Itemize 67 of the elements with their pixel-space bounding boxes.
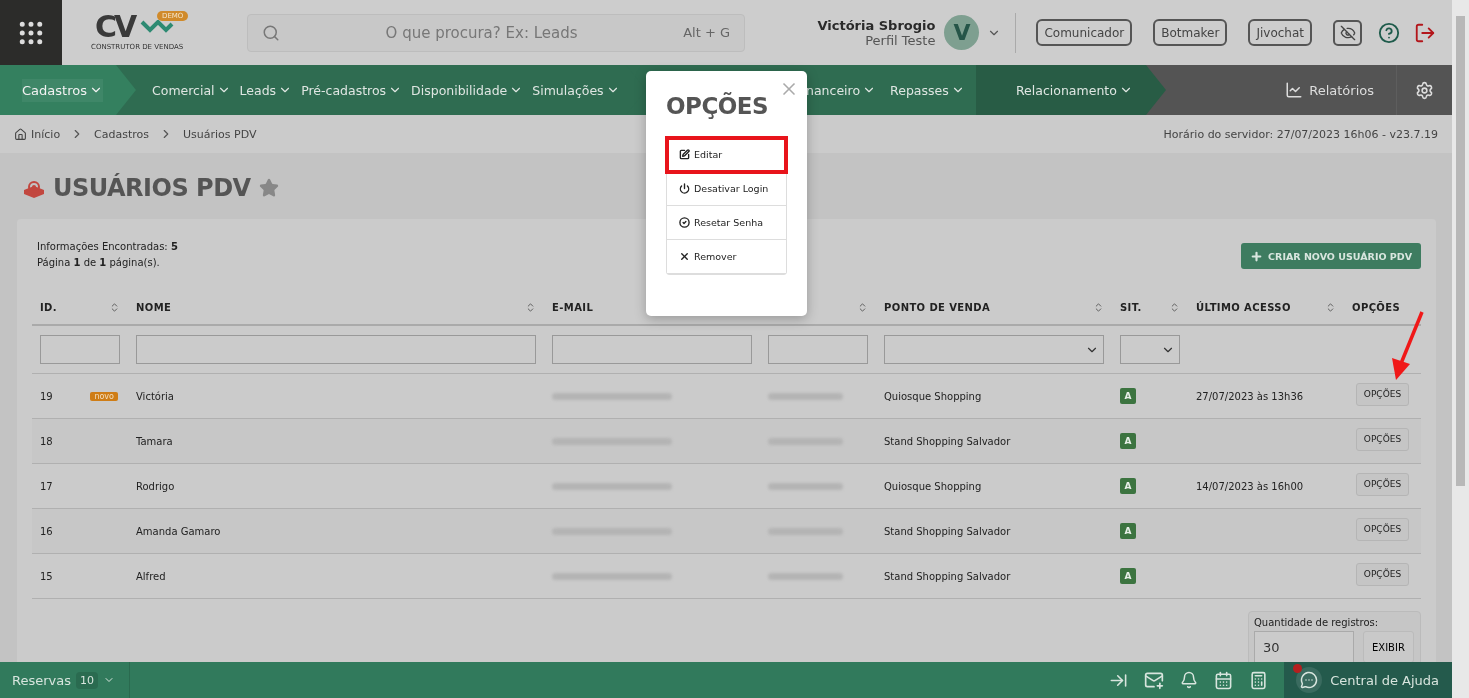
menu-item[interactable]: Repasses bbox=[890, 78, 965, 102]
menu-item[interactable]: Relacionamento bbox=[1016, 78, 1133, 102]
table-cell: 14/07/2023 às 16h00 bbox=[1196, 480, 1304, 492]
status-tag: A bbox=[1120, 523, 1136, 539]
table-cell: Quiosque Shopping bbox=[884, 480, 982, 492]
shortcut-hint: Alt + G bbox=[683, 25, 730, 40]
menu-item[interactable]: Comercial bbox=[152, 78, 231, 102]
status-tag: A bbox=[1120, 478, 1136, 494]
column-header: ID. bbox=[40, 302, 58, 313]
new-tag: novo bbox=[90, 391, 118, 401]
show-button[interactable]: EXIBIR bbox=[1363, 631, 1414, 662]
breadcrumb-link[interactable]: Usuários PDV bbox=[183, 127, 257, 141]
dialog-title: OPÇÕES bbox=[666, 93, 770, 119]
table-cell: Quiosque Shopping bbox=[884, 390, 982, 402]
options-button[interactable]: OPÇÕES bbox=[1355, 562, 1410, 586]
breadcrumb-link[interactable]: Cadastros bbox=[94, 127, 150, 141]
table-cell: Stand Shopping Salvador bbox=[884, 435, 1011, 447]
menu-item[interactable]: Leads bbox=[239, 78, 293, 102]
column-header: OPÇÕES bbox=[1352, 302, 1401, 313]
options-button[interactable]: OPÇÕES bbox=[1355, 517, 1410, 541]
options-button[interactable]: OPÇÕES bbox=[1355, 382, 1410, 406]
table-cell: 27/07/2023 às 13h36 bbox=[1196, 390, 1304, 402]
table-cell: Stand Shopping Salvador bbox=[884, 570, 1011, 582]
table-cell: 18 bbox=[40, 435, 53, 447]
menu-item[interactable]: nanceiro bbox=[806, 78, 877, 102]
summary-text: Informações Encontradas: 5 bbox=[37, 240, 178, 254]
breadcrumb-link[interactable]: Início bbox=[14, 127, 61, 141]
help-center-button[interactable]: Central de Ajuda bbox=[1284, 662, 1452, 698]
column-header: SIT. bbox=[1120, 302, 1142, 313]
integration-button[interactable]: Comunicador bbox=[1036, 19, 1133, 46]
column-header: E-MAIL bbox=[552, 302, 594, 313]
summary-text: Página 1 de 1 página(s). bbox=[37, 256, 161, 270]
table-cell: Alfred bbox=[136, 570, 166, 582]
status-tag: A bbox=[1120, 568, 1136, 584]
status-tag: A bbox=[1120, 388, 1136, 404]
menu-item[interactable]: Cadastros bbox=[22, 78, 103, 102]
menu-item[interactable]: Disponibilidade bbox=[411, 78, 524, 102]
page-title: USUÁRIOS PDV bbox=[53, 174, 251, 202]
menu-item[interactable]: Simulações bbox=[532, 78, 620, 102]
options-button[interactable]: OPÇÕES bbox=[1355, 472, 1410, 496]
table-cell: 15 bbox=[40, 570, 53, 582]
user-profile: Perfil Teste bbox=[865, 32, 936, 48]
table-cell: 19 bbox=[40, 390, 53, 402]
integration-button[interactable]: Jivochat bbox=[1248, 19, 1312, 46]
search-field[interactable]: O que procura? Ex: Leads Alt + G bbox=[247, 13, 745, 52]
server-time: Horário do servidor: 27/07/2023 16h06 - v23.7.19 bbox=[1163, 127, 1438, 141]
table-cell: 16 bbox=[40, 525, 53, 537]
table-cell: Tamara bbox=[136, 435, 173, 447]
table-cell: Stand Shopping Salvador bbox=[884, 525, 1011, 537]
options-button[interactable]: OPÇÕES bbox=[1355, 427, 1410, 451]
table-cell: Rodrigo bbox=[136, 480, 175, 492]
search-input[interactable]: O que procura? Ex: Leads bbox=[280, 22, 684, 43]
table-cell: 17 bbox=[40, 480, 53, 492]
create-user-button[interactable]: CRIAR NOVO USUÁRIO PDV bbox=[1241, 243, 1421, 269]
records-label: Quantidade de registros: bbox=[1254, 617, 1380, 628]
column-header: PONTO DE VENDA bbox=[884, 302, 991, 313]
menu-item[interactable]: Pré-cadastros bbox=[301, 78, 403, 102]
integration-button[interactable]: Botmaker bbox=[1153, 19, 1228, 46]
dialog-menu-item[interactable]: Editar bbox=[667, 138, 786, 172]
records-field[interactable]: 30 bbox=[1254, 631, 1354, 662]
table-cell: Amanda Gamaro bbox=[136, 525, 221, 537]
user-name: Victória Sbrogio bbox=[817, 17, 936, 33]
status-tag: A bbox=[1120, 433, 1136, 449]
column-header: NOME bbox=[136, 302, 172, 313]
table-cell: Victória bbox=[136, 390, 174, 402]
reservations-button[interactable]: Reservas 10 bbox=[0, 662, 130, 698]
column-header: ÚLTIMO ACESSO bbox=[1196, 302, 1291, 313]
